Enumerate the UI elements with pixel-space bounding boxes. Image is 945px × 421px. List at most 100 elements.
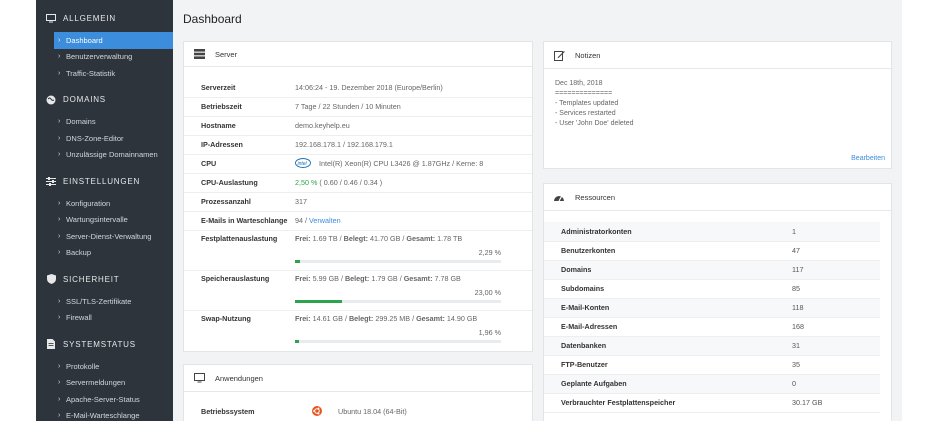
apps-table: Betriebssystem Ubuntu 18.04 (64-Bit) [184, 402, 532, 421]
edit-notes-link[interactable]: Bearbeiten [851, 155, 885, 162]
nav-section-label: ALLGEMEIN [63, 13, 116, 23]
ubuntu-logo-icon [312, 405, 322, 418]
row-value: 1 [792, 226, 796, 236]
swap-usage-text: Frei: 14.61 GB / Belegt: 299.25 MB / Ges… [295, 313, 478, 323]
disk-usage-text: Frei: 1.69 TB / Belegt: 41.70 GB / Gesam… [295, 233, 463, 243]
row-value: 31 [792, 341, 800, 350]
nav-section-label: SYSTEMSTATUS [63, 339, 136, 349]
page-title: Dashboard [183, 12, 242, 26]
swap-usage-bar [295, 339, 501, 343]
card-title: Ressourcen [575, 192, 616, 202]
sidebar-item-server-dienst-verwaltung[interactable]: › Server-Dienst-Verwaltung [36, 228, 173, 245]
row-label: Verbrauchter Festplattenspeicher [561, 398, 676, 407]
row-label: Prozessanzahl [201, 197, 251, 206]
sidebar-item-ssl-tls-zertifikate[interactable]: › SSL/TLS-Zertifikate [36, 293, 173, 310]
nav-section-systemstatus[interactable]: SYSTEMSTATUS [36, 334, 173, 354]
sidebar-item-apache-server-status[interactable]: › Apache-Server-Status [36, 391, 173, 408]
chevron-right-icon: › [58, 362, 61, 370]
sidebar-item-domains[interactable]: › Domains [36, 114, 173, 131]
row-label: Domains [561, 265, 592, 274]
nav-section-domains[interactable]: DOMAINS [36, 90, 173, 110]
sidebar-item-label: Unzulässige Domainnamen [66, 150, 158, 160]
nav-section-label: DOMAINS [63, 95, 106, 104]
table-row: Administratorkonten 1 [544, 222, 880, 241]
chevron-right-icon: › [58, 134, 61, 142]
row-label: E-Mail-Konten [561, 303, 610, 312]
table-row: Serverzeit 14:06:24 - 19. Dezember 2018 … [184, 78, 532, 97]
row-label: Subdomains [561, 284, 605, 293]
server-card-header: Server [184, 42, 532, 67]
row-value: 85 [792, 284, 800, 293]
sidebar-item-dns-zone-editor[interactable]: › DNS-Zone-Editor [36, 130, 173, 147]
disk-usage-bar [295, 259, 501, 263]
nav-section-label: SICHERHEIT [63, 274, 120, 284]
row-label: Betriebssystem [201, 407, 255, 416]
chevron-right-icon: › [58, 151, 61, 159]
sidebar-item-backup[interactable]: › Backup [36, 245, 173, 262]
row-label: CPU-Auslastung [201, 178, 258, 187]
sidebar-item-servermeldungen[interactable]: › Servermeldungen [36, 375, 173, 392]
table-row: FTP-Benutzer 35 [544, 355, 880, 374]
chevron-right-icon: › [58, 118, 61, 126]
sidebar: ALLGEMEIN › Dashboard › Benutzerverwaltu… [36, 0, 173, 421]
row-value: 168 [792, 322, 804, 331]
row-label: Swap-Nutzung [201, 313, 251, 323]
chevron-right-icon: › [58, 36, 61, 44]
card-title: Anwendungen [215, 373, 263, 383]
table-row: Betriebssystem Ubuntu 18.04 (64-Bit) [184, 402, 532, 421]
table-row: E-Mail-Konten 118 [544, 298, 880, 317]
row-value: 30.17 GB [792, 398, 823, 407]
swap-usage-percent: 1,96 % [478, 327, 501, 337]
disk-usage-bar-fill [295, 259, 300, 263]
sidebar-item-traffic-statistik[interactable]: › Traffic-Statistik [36, 65, 173, 82]
monitor-icon [46, 13, 56, 23]
sidebar-item-label: Traffic-Statistik [66, 68, 116, 78]
row-value: 47 [792, 246, 800, 255]
mem-usage-text: Frei: 5.99 GB / Belegt: 1.79 GB / Gesamt… [295, 273, 461, 283]
table-row: Prozessanzahl 317 [184, 192, 532, 211]
sidebar-item-unzulaessige-domainnamen[interactable]: › Unzulässige Domainnamen [36, 147, 173, 164]
sidebar-item-protokolle[interactable]: › Protokolle [36, 358, 173, 375]
sidebar-item-benutzerverwaltung[interactable]: › Benutzerverwaltung [36, 49, 173, 66]
row-label: E-Mails in Warteschlange [201, 216, 288, 225]
mem-usage-bar [295, 299, 501, 303]
cpu-load-avg: ( 0.60 / 0.46 / 0.34 ) [319, 178, 383, 187]
server-icon [193, 48, 205, 60]
row-label: Administratorkonten [561, 226, 632, 236]
sidebar-item-label: Firewall [66, 313, 92, 323]
svg-text:intel: intel [298, 160, 308, 166]
notes-card-header: Notizen [544, 42, 891, 69]
table-row: Verbrauchter Festplattenspeicher 30.17 GB [544, 393, 880, 412]
table-row: Subdomains 85 [544, 279, 880, 298]
row-label: Geplante Aufgaben [561, 379, 627, 388]
sidebar-item-e-mail-warteschlange[interactable]: › E-Mail-Warteschlange [36, 408, 173, 421]
intel-logo-icon: intel [295, 157, 311, 170]
sidebar-item-label: Backup [66, 248, 92, 258]
sidebar-item-label: Konfiguration [66, 198, 111, 208]
sidebar-item-wartungsintervalle[interactable]: › Wartungsintervalle [36, 212, 173, 229]
row-value: 118 [792, 303, 804, 312]
notes-content: Dec 18th, 2018 ============== - Template… [544, 69, 891, 139]
chevron-right-icon: › [58, 216, 61, 224]
chevron-right-icon: › [58, 199, 61, 207]
monitor-icon [193, 372, 205, 384]
sidebar-item-dashboard[interactable]: › Dashboard [54, 32, 173, 49]
row-value: 117 [792, 265, 804, 274]
sidebar-item-konfiguration[interactable]: › Konfiguration [36, 195, 173, 212]
row-label: Festplattenauslastung [201, 233, 278, 243]
apps-card: Anwendungen Betriebssystem Ubuntu 18.04 … [183, 364, 533, 421]
row-label: Benutzerkonten [561, 246, 616, 255]
verwalten-link[interactable]: Verwalten [309, 216, 341, 225]
edit-icon [553, 49, 565, 61]
chevron-right-icon: › [58, 314, 61, 322]
row-value: demo.keyhelp.eu [295, 121, 350, 130]
notes-line: - Templates updated [555, 100, 619, 107]
cpu-load-percent: 2,50 % [295, 178, 318, 187]
sidebar-item-firewall[interactable]: › Firewall [36, 310, 173, 327]
nav-section-sicherheit[interactable]: SICHERHEIT [36, 269, 173, 289]
table-row: Hostname demo.keyhelp.eu [184, 116, 532, 135]
server-table: Serverzeit 14:06:24 - 19. Dezember 2018 … [184, 78, 532, 350]
row-value: 94 / [295, 216, 307, 225]
nav-section-allgemein[interactable]: ALLGEMEIN [36, 8, 173, 28]
nav-section-einstellungen[interactable]: EINSTELLUNGEN [36, 171, 173, 191]
